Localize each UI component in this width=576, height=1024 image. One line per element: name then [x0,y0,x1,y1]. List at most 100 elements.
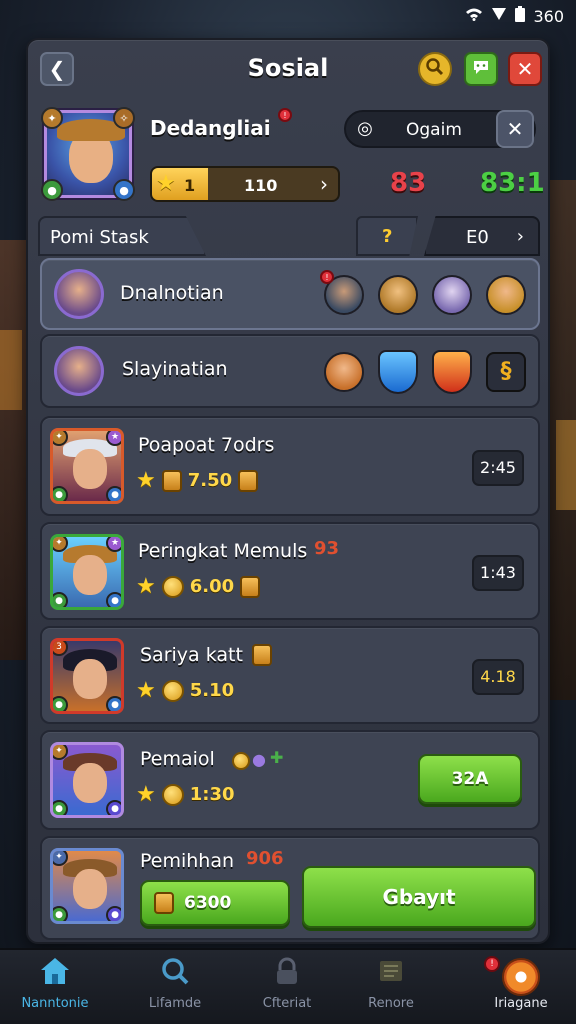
list-item-card[interactable]: ✦ ● ● Pemaiol ● ✚ ★ 1:30 32A [40,730,540,830]
panel-header: ❮ Sosial ✕ [28,40,548,96]
background-window-right [556,420,576,510]
avatar-face [73,449,107,489]
card-value: 6.00 [189,576,235,597]
chest-icon [252,644,272,666]
search-icon [120,956,230,992]
coin-buy-button[interactable]: 6300 [140,880,290,926]
coin-icon [161,575,184,598]
compass-icon: ✦ [53,745,68,760]
tab-label: E0 [466,227,489,248]
close-button[interactable]: ✕ [508,52,542,86]
clover-icon: ✚ [270,748,284,767]
search-icon [425,57,445,82]
leaf-icon: ● [106,592,121,607]
home-icon [0,956,110,992]
list-item-card[interactable]: ✦ ★ ● ● Poapoat 7odrs ★ 7.50 2:45 [40,416,540,516]
target-icon [466,956,576,996]
nav-item-search[interactable]: Lifamde [120,956,230,1022]
member-avatar [486,275,526,315]
compass-icon: 3 [53,641,68,656]
card-extra: 93 [314,538,340,559]
leaf-icon: ● [106,800,121,815]
member-avatar [324,352,364,392]
status-bar: 360 [0,0,576,32]
tab-help[interactable]: ? [356,216,418,256]
compass-icon: ✦ [41,107,63,129]
nav-label: Cfteriat [262,996,312,1011]
map-icon [336,956,446,992]
nav-item-target[interactable]: Iriagane ! [466,956,576,1022]
card-portrait: ✦ ★ ● ● [50,428,124,504]
card-stats: ★ 5.10 [136,678,234,703]
player-level: 1 [184,176,196,195]
chest-icon [240,575,261,598]
background-window-left [0,330,22,410]
notification-dot: ! [320,270,334,284]
avatar [54,269,104,319]
target-icon: ◎ [357,118,373,139]
xp-progress-bar[interactable]: ★ 1 110 › [150,166,340,202]
chat-button[interactable] [464,52,498,86]
card-name: Sariya katt [140,644,243,666]
leaf-icon: ● [106,486,121,501]
list-item-card[interactable]: 3 ● ● Sariya katt ★ 5.10 4.18 [40,626,540,724]
search-button[interactable] [418,52,452,86]
star-icon: ★ [136,782,156,807]
star-badge-icon: ★ [106,537,121,552]
timer-badge: 4.18 [472,659,524,695]
nav-item-home[interactable]: Nanntonie [0,956,110,1022]
list-item-group[interactable]: Slayinatian § [40,334,540,408]
signal-icon [491,7,507,25]
coin-icon [161,783,184,806]
card-portrait: 3 ● ● [50,638,124,714]
coin-icon [161,469,182,492]
battery-icon [515,6,526,26]
player-avatar[interactable]: ✦ ✧ ● ● [41,107,135,201]
nav-item-map[interactable]: Renore [336,956,446,1022]
chevron-right-icon: › [320,172,328,196]
avatar-face [73,763,107,803]
list-item-card[interactable]: ✦ ★ ● ● Peringkat Memuls 93 ★ 6.00 1:43 [40,522,540,620]
sword-icon: ✧ [113,107,135,129]
stat-green: 83:1 [480,168,545,198]
card-name: Peringkat Memuls [138,540,308,562]
shield-red-icon [432,350,472,394]
leaf-icon: ● [53,800,68,815]
leaf-icon: ● [106,696,121,711]
group-name: Dnalnotian [120,282,224,304]
timer-badge: 1:43 [472,555,524,591]
nav-label: Renore [368,996,414,1011]
avatar-face [73,869,107,909]
member-avatar [378,275,418,315]
friend-search-pill[interactable]: ◎ Ogaim ✕ [344,110,536,148]
wifi-icon [465,7,483,25]
tab-e0[interactable]: E0 › [424,216,540,256]
claim-button[interactable]: 32A [418,754,522,804]
nav-item-locked[interactable]: Cfteriat [232,956,342,1022]
tab-label: Pomi Stask [50,227,149,248]
close-icon: ✕ [516,57,534,81]
star-badge-icon: ★ [106,431,121,446]
coin-icon [232,752,250,770]
list-item-card[interactable]: ✦ ● ● Pemihhan 906 6300 Gbayıt [40,836,540,940]
group-name: Slayinatian [122,358,228,380]
card-portrait: ✦ ● ● [50,848,124,924]
chevron-right-icon: › [516,226,524,247]
list-item-group[interactable]: Dnalnotian ! [40,258,540,330]
player-name: Dedangliai [150,116,271,140]
stat-red: 83 [390,168,427,198]
social-panel: ❮ Sosial ✕ ✦ ✧ ● ● Dedangliai ! ★ 1 110 … [26,38,550,944]
leaf-icon: ● [53,696,68,711]
pill-close-button[interactable]: ✕ [496,110,534,148]
potion-icon: ● [252,750,266,769]
primary-action-button[interactable]: Gbayıt [302,866,536,928]
card-value: 7.50 [187,470,233,491]
leaf-icon: ● [53,906,68,921]
star-icon: ★ [136,468,156,493]
compass-icon: ✦ [53,851,68,866]
chest-icon [238,469,259,492]
status-time: 360 [533,6,564,26]
tab-pomi-stask[interactable]: Pomi Stask [38,216,206,256]
star-icon: ★ [156,171,176,196]
coin-price: 6300 [184,893,232,913]
